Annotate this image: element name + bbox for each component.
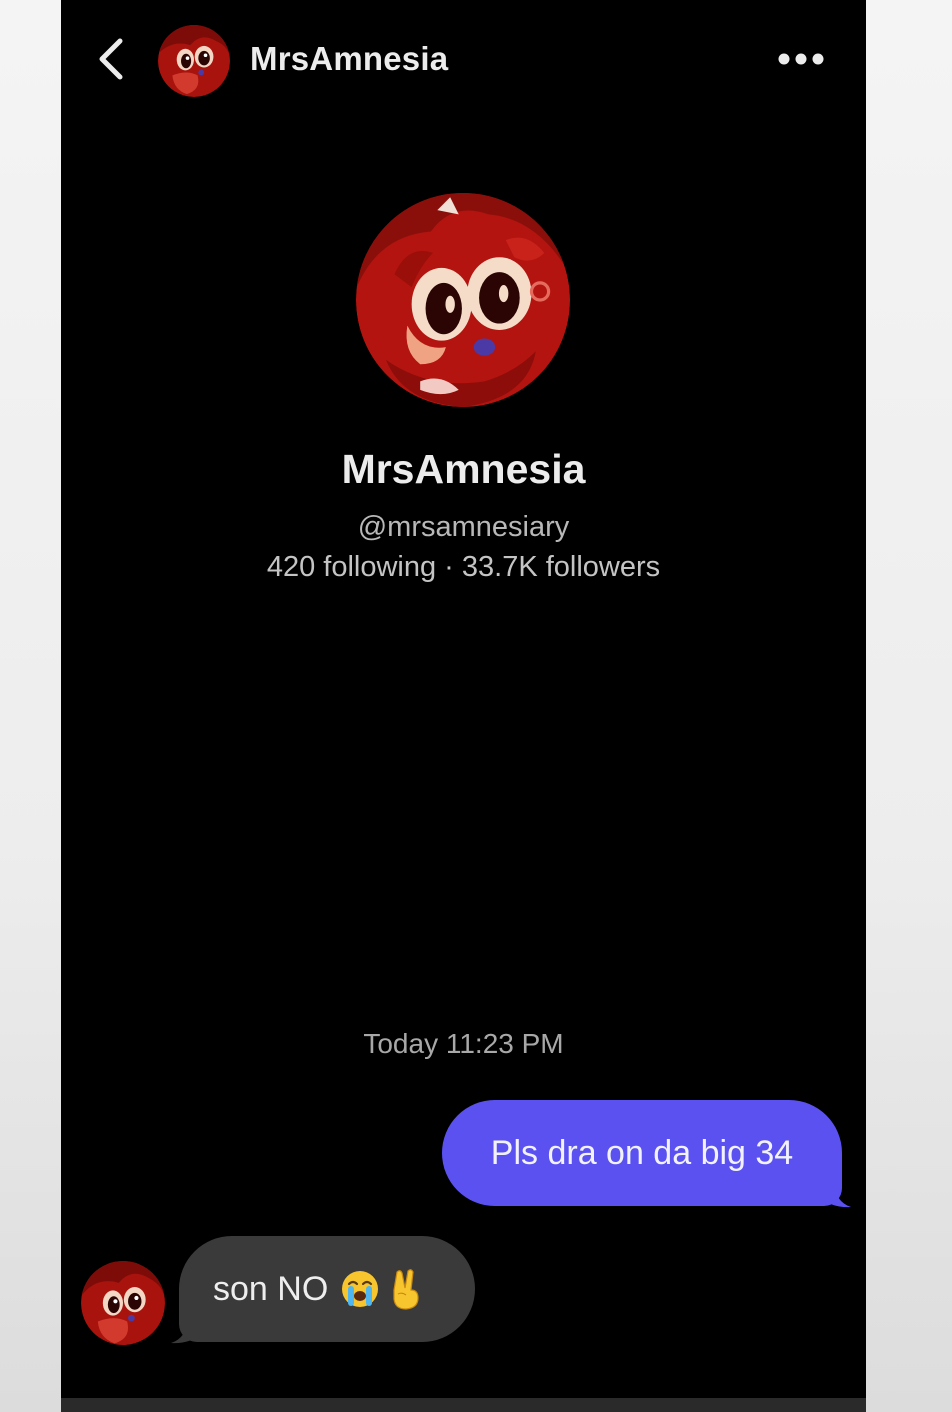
- incoming-message-text: son NO: [213, 1269, 329, 1308]
- cartoon-character-avatar-icon: [81, 1261, 165, 1345]
- loudly-crying-face-icon: [342, 1271, 379, 1307]
- chevron-left-icon: [99, 38, 123, 80]
- phone-screen: MrsAmnesia MrsAmnesia @mrsamnesiary 420 …: [61, 0, 866, 1412]
- header-title[interactable]: MrsAmnesia: [250, 40, 448, 78]
- chat-header: MrsAmnesia: [61, 0, 866, 120]
- profile-avatar[interactable]: [356, 193, 570, 407]
- message-timestamp: Today 11:23 PM: [363, 1028, 564, 1059]
- profile-stats[interactable]: 420 following · 33.7K followers: [61, 551, 866, 584]
- more-horizontal-icon: [778, 53, 824, 65]
- sender-avatar[interactable]: [81, 1261, 165, 1345]
- header-avatar[interactable]: [158, 25, 230, 97]
- outgoing-message-text: Pls dra on da big 34: [490, 1133, 794, 1172]
- profile-handle[interactable]: @mrsamnesiary: [61, 511, 866, 544]
- more-options-button[interactable]: [773, 42, 829, 76]
- outgoing-message-bubble[interactable]: Pls dra on da big 34: [442, 1100, 842, 1206]
- incoming-message-bubble[interactable]: son NO: [179, 1236, 475, 1342]
- cartoon-character-avatar-icon: [158, 25, 230, 97]
- back-button[interactable]: [91, 36, 131, 82]
- cartoon-character-avatar-icon: [356, 193, 570, 407]
- bottom-composer-edge: [61, 1398, 866, 1412]
- profile-display-name: MrsAmnesia: [341, 446, 586, 492]
- victory-hand-icon: [393, 1269, 419, 1310]
